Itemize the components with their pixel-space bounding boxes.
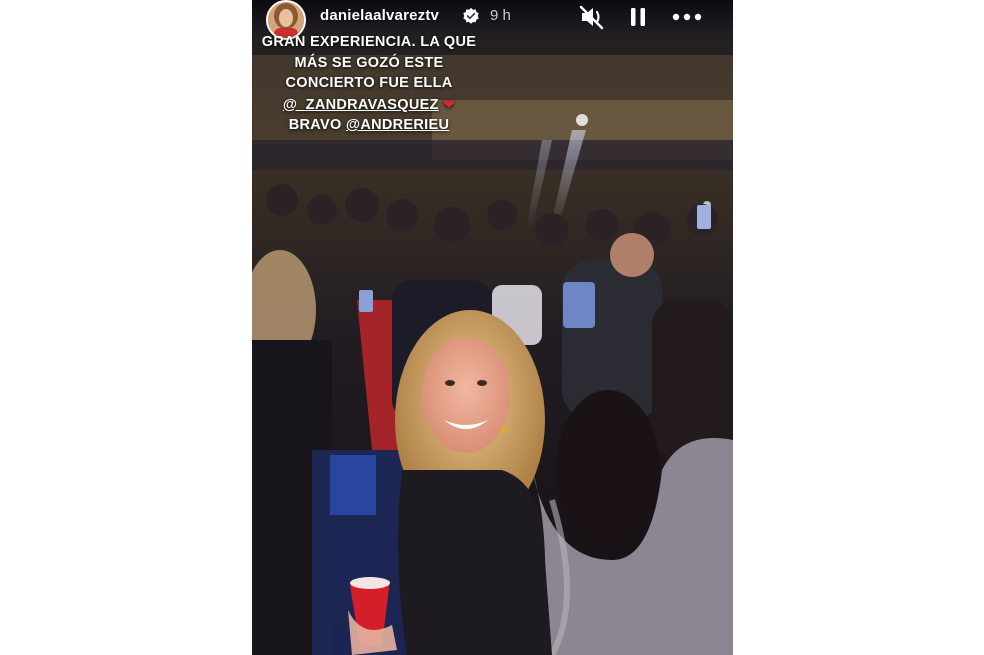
caption-line: GRAN EXPERIENCIA. LA QUE bbox=[261, 34, 477, 50]
pause-button[interactable] bbox=[624, 4, 652, 30]
verified-badge-icon bbox=[463, 7, 479, 24]
story-caption: GRAN EXPERIENCIA. LA QUE MÁS SE GOZÓ EST… bbox=[252, 32, 486, 136]
story-username[interactable]: danielaalvareztv bbox=[320, 7, 439, 24]
story-viewer[interactable]: danielaalvareztv 9 h GRAN EXPERIENCIA. L… bbox=[252, 0, 733, 655]
pause-icon bbox=[631, 8, 645, 26]
mention-zandravasquez[interactable]: @_ZANDRAVASQUEZ bbox=[283, 97, 439, 113]
mention-andrerieu[interactable]: @ANDRERIEU bbox=[346, 117, 449, 133]
speaker-muted-icon bbox=[579, 5, 604, 30]
caption-text: BRAVO bbox=[288, 117, 346, 133]
more-options-icon bbox=[672, 13, 702, 21]
caption-line: MÁS SE GOZÓ ESTE bbox=[294, 54, 444, 71]
caption-mention-line: @_ZANDRAVASQUEZ ❤ bbox=[252, 94, 486, 116]
mute-button[interactable] bbox=[578, 4, 606, 30]
story-timestamp: 9 h bbox=[490, 7, 511, 24]
heart-icon: ❤ bbox=[443, 95, 456, 112]
caption-bravo-line: BRAVO @ANDRERIEU bbox=[252, 115, 486, 136]
caption-line: CONCIERTO FUE ELLA bbox=[285, 75, 453, 91]
more-options-button[interactable] bbox=[670, 4, 704, 30]
